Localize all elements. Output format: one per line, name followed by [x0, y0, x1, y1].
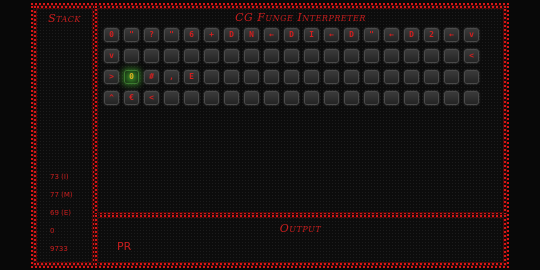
grid-cell[interactable]: <	[144, 91, 159, 105]
grid-cell[interactable]: ←	[264, 28, 279, 42]
grid-cell[interactable]	[384, 91, 399, 105]
output-panel: Output PR	[95, 215, 506, 265]
grid-cell[interactable]	[284, 49, 299, 63]
grid-cell[interactable]: D	[224, 28, 239, 42]
grid-row: 0 "? " 6 + D N ← D I ← D " ← D 2 ← v	[104, 28, 484, 44]
grid-cell[interactable]: ←	[444, 28, 459, 42]
grid-cell[interactable]	[404, 49, 419, 63]
grid-cell[interactable]	[444, 49, 459, 63]
grid-cell[interactable]: D	[344, 28, 359, 42]
grid-cell[interactable]: ?	[144, 28, 159, 42]
grid-cell[interactable]: "	[124, 28, 139, 42]
grid-cell[interactable]	[124, 49, 139, 63]
grid-cell[interactable]	[204, 49, 219, 63]
stack-title: Stack	[48, 12, 81, 25]
stack-value: 73 (I)	[50, 173, 69, 181]
grid-row: v <	[104, 49, 484, 65]
grid-cell[interactable]: ←	[384, 28, 399, 42]
stack-value: 69 (E)	[50, 209, 72, 217]
grid-cell[interactable]	[304, 70, 319, 84]
grid-cell[interactable]: ^	[104, 91, 119, 105]
grid-cell[interactable]: I	[304, 28, 319, 42]
grid-cell[interactable]: ←	[324, 28, 339, 42]
grid-cell[interactable]	[164, 49, 179, 63]
grid-cell[interactable]	[444, 70, 459, 84]
grid-cell[interactable]: >	[104, 70, 119, 84]
stack-value: 0	[50, 227, 55, 235]
grid-cell[interactable]: +	[204, 28, 219, 42]
grid-cell[interactable]	[364, 49, 379, 63]
grid-cell[interactable]	[324, 49, 339, 63]
grid-cell[interactable]: €	[124, 91, 139, 105]
stack-list: 73 (I) 77 (M) 69 (E) 0 9733	[50, 168, 73, 258]
grid-cell[interactable]	[224, 91, 239, 105]
grid-cell[interactable]: D	[284, 28, 299, 42]
grid-cell[interactable]: D	[404, 28, 419, 42]
grid-cell[interactable]: v	[464, 28, 479, 42]
interpreter-title: CG Funge Interpreter	[235, 11, 366, 24]
grid-cell[interactable]: "	[164, 28, 179, 42]
grid-cell[interactable]	[304, 91, 319, 105]
grid-cell[interactable]	[264, 49, 279, 63]
grid-cell[interactable]	[424, 70, 439, 84]
grid-cell[interactable]	[284, 70, 299, 84]
grid-cell[interactable]	[244, 70, 259, 84]
grid-row: >0 #, E	[104, 70, 484, 86]
interpreter-panel: CG Funge Interpreter 0 "? " 6 + D N ← D I ← D " ← D 2 ← v…	[95, 6, 506, 215]
program-grid: 0 "? " 6 + D N ← D I ← D " ← D 2 ← v v < >0 #, E ^ € <	[104, 28, 484, 112]
stack-panel: Stack 73 (I) 77 (M) 69 (E) 0 9733	[34, 6, 95, 265]
grid-cell[interactable]	[164, 91, 179, 105]
output-text: PR	[117, 240, 132, 253]
grid-cell[interactable]	[264, 70, 279, 84]
grid-cell[interactable]	[344, 49, 359, 63]
grid-cell[interactable]: "	[364, 28, 379, 42]
grid-cell[interactable]: ,	[164, 70, 179, 84]
grid-cell[interactable]	[324, 91, 339, 105]
grid-cell[interactable]: N	[244, 28, 259, 42]
grid-cell[interactable]	[284, 91, 299, 105]
grid-cell[interactable]	[224, 49, 239, 63]
stack-value: 9733	[50, 245, 68, 253]
grid-cell[interactable]	[424, 49, 439, 63]
grid-cell[interactable]	[344, 91, 359, 105]
grid-cell[interactable]	[144, 49, 159, 63]
grid-cell[interactable]: #	[144, 70, 159, 84]
grid-cell[interactable]	[464, 70, 479, 84]
grid-cell[interactable]	[204, 70, 219, 84]
grid-cell[interactable]	[364, 91, 379, 105]
output-title: Output	[279, 222, 322, 235]
grid-cell[interactable]	[304, 49, 319, 63]
grid-cell[interactable]	[204, 91, 219, 105]
grid-cell[interactable]: 2	[424, 28, 439, 42]
grid-cell[interactable]	[244, 91, 259, 105]
grid-cell[interactable]	[424, 91, 439, 105]
grid-cell[interactable]	[344, 70, 359, 84]
grid-cell[interactable]	[184, 91, 199, 105]
grid-cell[interactable]	[184, 49, 199, 63]
grid-cell[interactable]: 6	[184, 28, 199, 42]
grid-cell[interactable]	[404, 91, 419, 105]
grid-row: ^ € <	[104, 91, 484, 107]
grid-cell[interactable]	[224, 70, 239, 84]
stack-value: 77 (M)	[50, 191, 73, 199]
grid-cell[interactable]	[364, 70, 379, 84]
grid-cell[interactable]: E	[184, 70, 199, 84]
grid-cell[interactable]: <	[464, 49, 479, 63]
grid-cell[interactable]	[444, 91, 459, 105]
grid-cell[interactable]	[324, 70, 339, 84]
grid-cell[interactable]: v	[104, 49, 119, 63]
grid-cell[interactable]	[404, 70, 419, 84]
grid-cell[interactable]	[464, 91, 479, 105]
grid-cell[interactable]	[244, 49, 259, 63]
grid-cell[interactable]: 0	[104, 28, 119, 42]
grid-cell[interactable]	[384, 70, 399, 84]
grid-cell[interactable]	[384, 49, 399, 63]
instruction-pointer-cell[interactable]: 0	[124, 70, 139, 84]
grid-cell[interactable]	[264, 91, 279, 105]
